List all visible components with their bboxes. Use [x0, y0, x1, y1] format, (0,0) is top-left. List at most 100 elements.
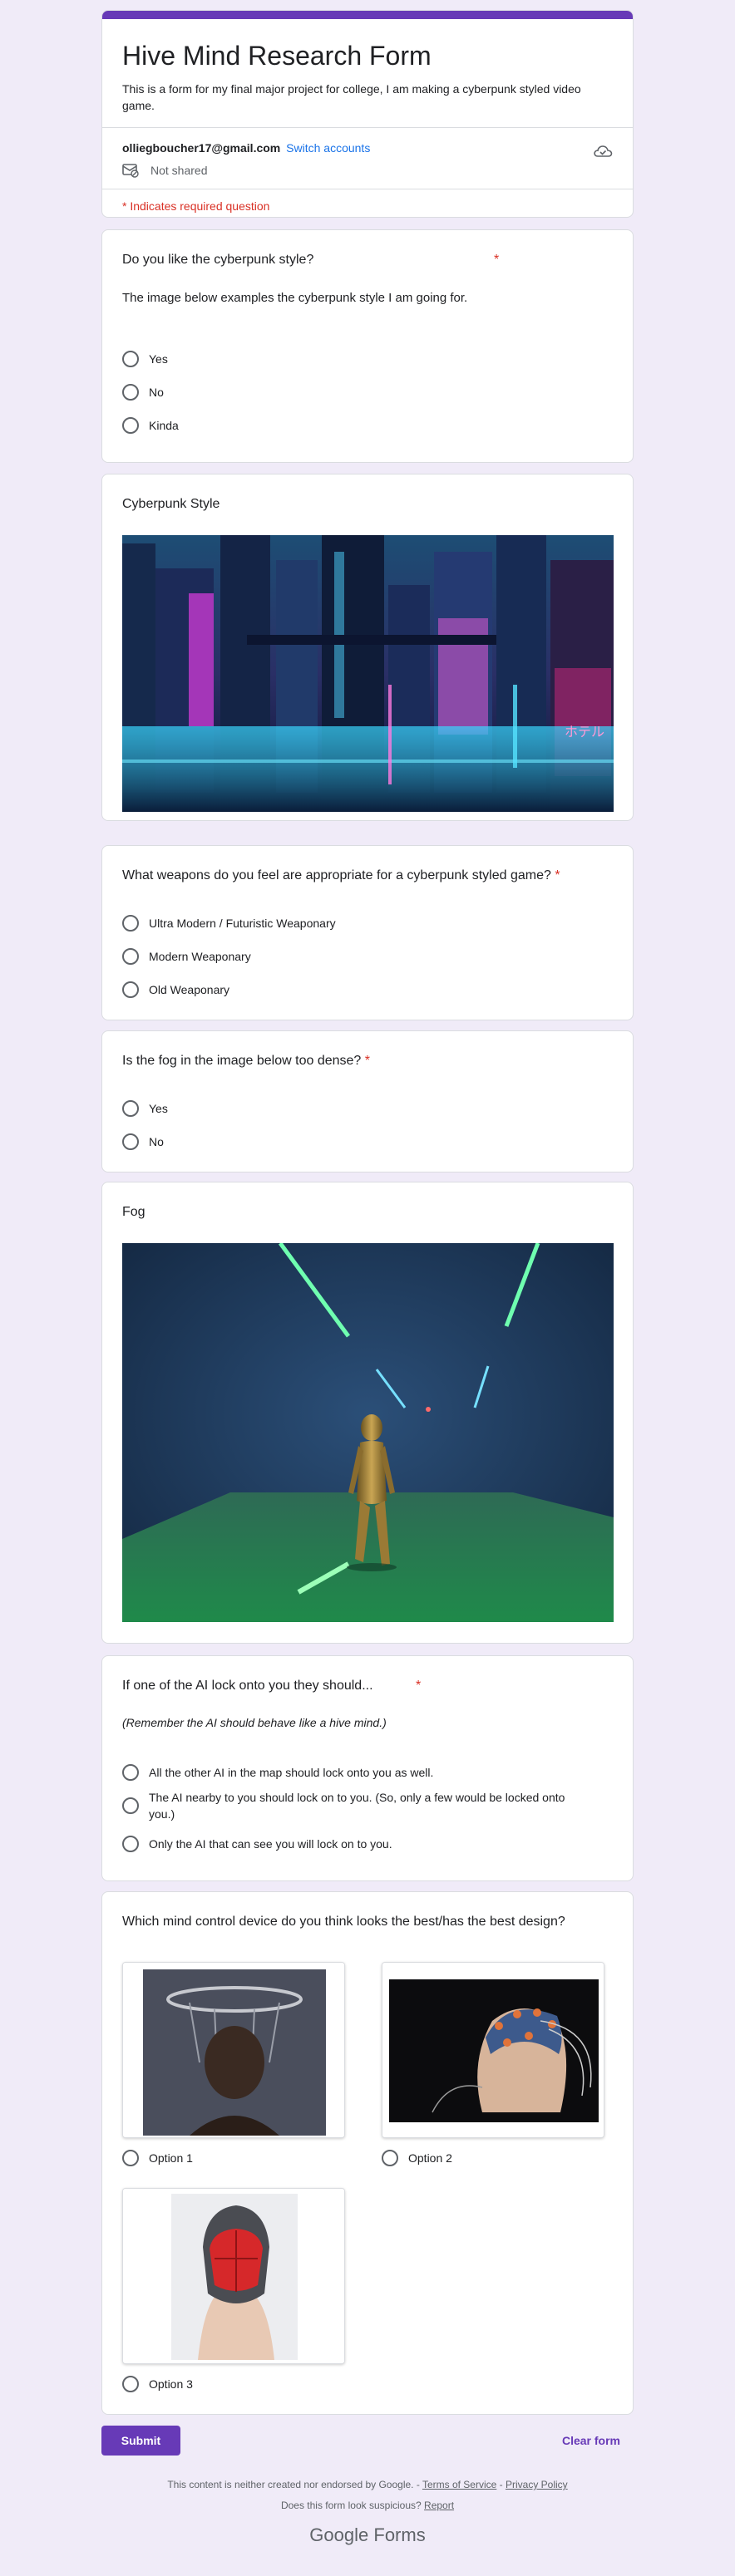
option-label: Yes — [149, 1102, 168, 1115]
fog-image — [122, 1243, 614, 1622]
account-email: olliegboucher17@gmail.com — [122, 141, 281, 155]
radio-button[interactable] — [382, 2150, 398, 2166]
question-title-text: Do you like the cyberpunk style? — [122, 253, 314, 267]
question-card-style: Do you like the cyberpunk style? * The im… — [101, 229, 634, 463]
disclaimer-text: This content is neither created nor endo… — [167, 2479, 414, 2490]
section-title: Fog — [122, 1205, 146, 1219]
question-title: Do you like the cyberpunk style? * — [122, 230, 613, 270]
option-label: No — [149, 1135, 164, 1148]
separator: - — [496, 2479, 506, 2490]
option-label: No — [149, 386, 164, 399]
option-label: Old Weaponary — [149, 983, 230, 996]
option-label: The AI nearby to you should lock on to y… — [149, 1791, 565, 1821]
question-title: What weapons do you feel are appropriate… — [122, 846, 613, 886]
question-title: If one of the AI lock onto you they shou… — [122, 1656, 613, 1696]
option-no[interactable]: No — [122, 384, 613, 401]
required-star: * — [364, 1054, 370, 1068]
option-label: Ultra Modern / Futuristic Weaponary — [149, 917, 336, 930]
option-old[interactable]: Old Weaponary — [122, 981, 613, 998]
option-label: Modern Weaponary — [149, 950, 251, 963]
google-forms-logo[interactable]: Google Forms — [0, 2524, 735, 2546]
separator: - — [413, 2479, 422, 2490]
radio-button[interactable] — [122, 1764, 139, 1781]
option-no[interactable]: No — [122, 1133, 613, 1150]
privacy-link[interactable]: Privacy Policy — [506, 2479, 568, 2490]
radio-button[interactable] — [122, 1836, 139, 1852]
option-label: Yes — [149, 352, 168, 366]
option-visible-ai[interactable]: Only the AI that can see you will lock o… — [122, 1836, 613, 1852]
option-3[interactable]: Option 3 — [122, 2376, 193, 2392]
option-3-image-card[interactable] — [122, 2188, 345, 2364]
form-title: Hive Mind Research Form — [122, 41, 432, 71]
section-fog: Fog — [101, 1182, 634, 1644]
option-all-ai[interactable]: All the other AI in the map should lock … — [122, 1764, 613, 1781]
cyberpunk-city-image: ホテル — [122, 535, 614, 812]
cloud-save-icon[interactable] — [593, 143, 613, 160]
footer-disclaimer-line: This content is neither created nor endo… — [0, 2479, 735, 2490]
footer-report-line: Does this form look suspicious? Report — [0, 2500, 735, 2511]
not-shared-icon — [122, 164, 139, 178]
option-yes[interactable]: Yes — [122, 1100, 613, 1117]
submit-button[interactable]: Submit — [101, 2426, 180, 2456]
radio-button[interactable] — [122, 417, 139, 434]
radio-button[interactable] — [122, 1797, 139, 1814]
clear-form-button[interactable]: Clear form — [549, 2426, 634, 2456]
option-2[interactable]: Option 2 — [382, 2150, 452, 2166]
question-title-text: What weapons do you feel are appropriate… — [122, 868, 551, 882]
logo-google-text: Google — [309, 2524, 369, 2545]
radio-button[interactable] — [122, 1133, 139, 1150]
form-description: This is a form for my final major projec… — [122, 82, 581, 112]
question-card-ai-lock: If one of the AI lock onto you they shou… — [101, 1655, 634, 1881]
radio-button[interactable] — [122, 915, 139, 932]
option-label: Only the AI that can see you will lock o… — [149, 1837, 392, 1851]
section-title: Cyberpunk Style — [122, 497, 220, 511]
account-row: olliegboucher17@gmail.com Switch account… — [102, 127, 633, 188]
option-label: Kinda — [149, 419, 179, 432]
option-2-image-card[interactable] — [382, 1962, 604, 2138]
option-label: All the other AI in the map should lock … — [149, 1766, 434, 1779]
question-description: (Remember the AI should behave like a hi… — [122, 1716, 387, 1729]
accent-bar — [102, 11, 633, 19]
required-star: * — [494, 253, 500, 267]
terms-link[interactable]: Terms of Service — [422, 2479, 496, 2490]
option-1-image-card[interactable] — [122, 1962, 345, 2138]
option-kinda[interactable]: Kinda — [122, 417, 613, 434]
question-title: Which mind control device do you think l… — [122, 1915, 565, 1929]
section-cyberpunk-style: Cyberpunk Style ホテル — [101, 474, 634, 821]
switch-accounts-link[interactable]: Switch accounts — [286, 141, 370, 155]
option-nearby-ai[interactable]: The AI nearby to you should lock on to y… — [122, 1789, 613, 1822]
not-shared-label: Not shared — [150, 164, 208, 177]
radio-button[interactable] — [122, 2150, 139, 2166]
question-title-text: Is the fog in the image below too dense? — [122, 1054, 362, 1068]
question-title: Is the fog in the image below too dense?… — [122, 1031, 613, 1071]
option-label: Option 3 — [149, 2377, 193, 2391]
required-star: * — [416, 1679, 422, 1693]
radio-button[interactable] — [122, 351, 139, 367]
radio-button[interactable] — [122, 1100, 139, 1117]
headset-image-2 — [382, 1963, 604, 2137]
headset-image-1 — [123, 1963, 344, 2137]
radio-button[interactable] — [122, 384, 139, 401]
option-label: Option 2 — [408, 2151, 452, 2165]
radio-button[interactable] — [122, 981, 139, 998]
neon-sign-text: ホテル — [565, 724, 604, 740]
suspicious-text: Does this form look suspicious? — [280, 2500, 422, 2511]
question-title-text: If one of the AI lock onto you they shou… — [122, 1679, 373, 1693]
required-note: * Indicates required question — [102, 189, 633, 217]
option-modern[interactable]: Modern Weaponary — [122, 948, 613, 965]
logo-forms-text: Forms — [373, 2524, 426, 2545]
radio-button[interactable] — [122, 2376, 139, 2392]
question-description: The image below examples the cyberpunk s… — [122, 291, 468, 305]
radio-button[interactable] — [122, 948, 139, 965]
headset-image-3 — [123, 2189, 344, 2363]
form-header-card: Hive Mind Research Form This is a form f… — [101, 10, 634, 218]
question-card-weapons: What weapons do you feel are appropriate… — [101, 845, 634, 1020]
option-yes[interactable]: Yes — [122, 351, 613, 367]
question-card-mind-control: Which mind control device do you think l… — [101, 1891, 634, 2415]
report-link[interactable]: Report — [424, 2500, 454, 2511]
required-star: * — [555, 868, 560, 882]
question-card-fog: Is the fog in the image below too dense?… — [101, 1030, 634, 1172]
option-label: Option 1 — [149, 2151, 193, 2165]
option-1[interactable]: Option 1 — [122, 2150, 193, 2166]
option-ultra-modern[interactable]: Ultra Modern / Futuristic Weaponary — [122, 915, 613, 932]
